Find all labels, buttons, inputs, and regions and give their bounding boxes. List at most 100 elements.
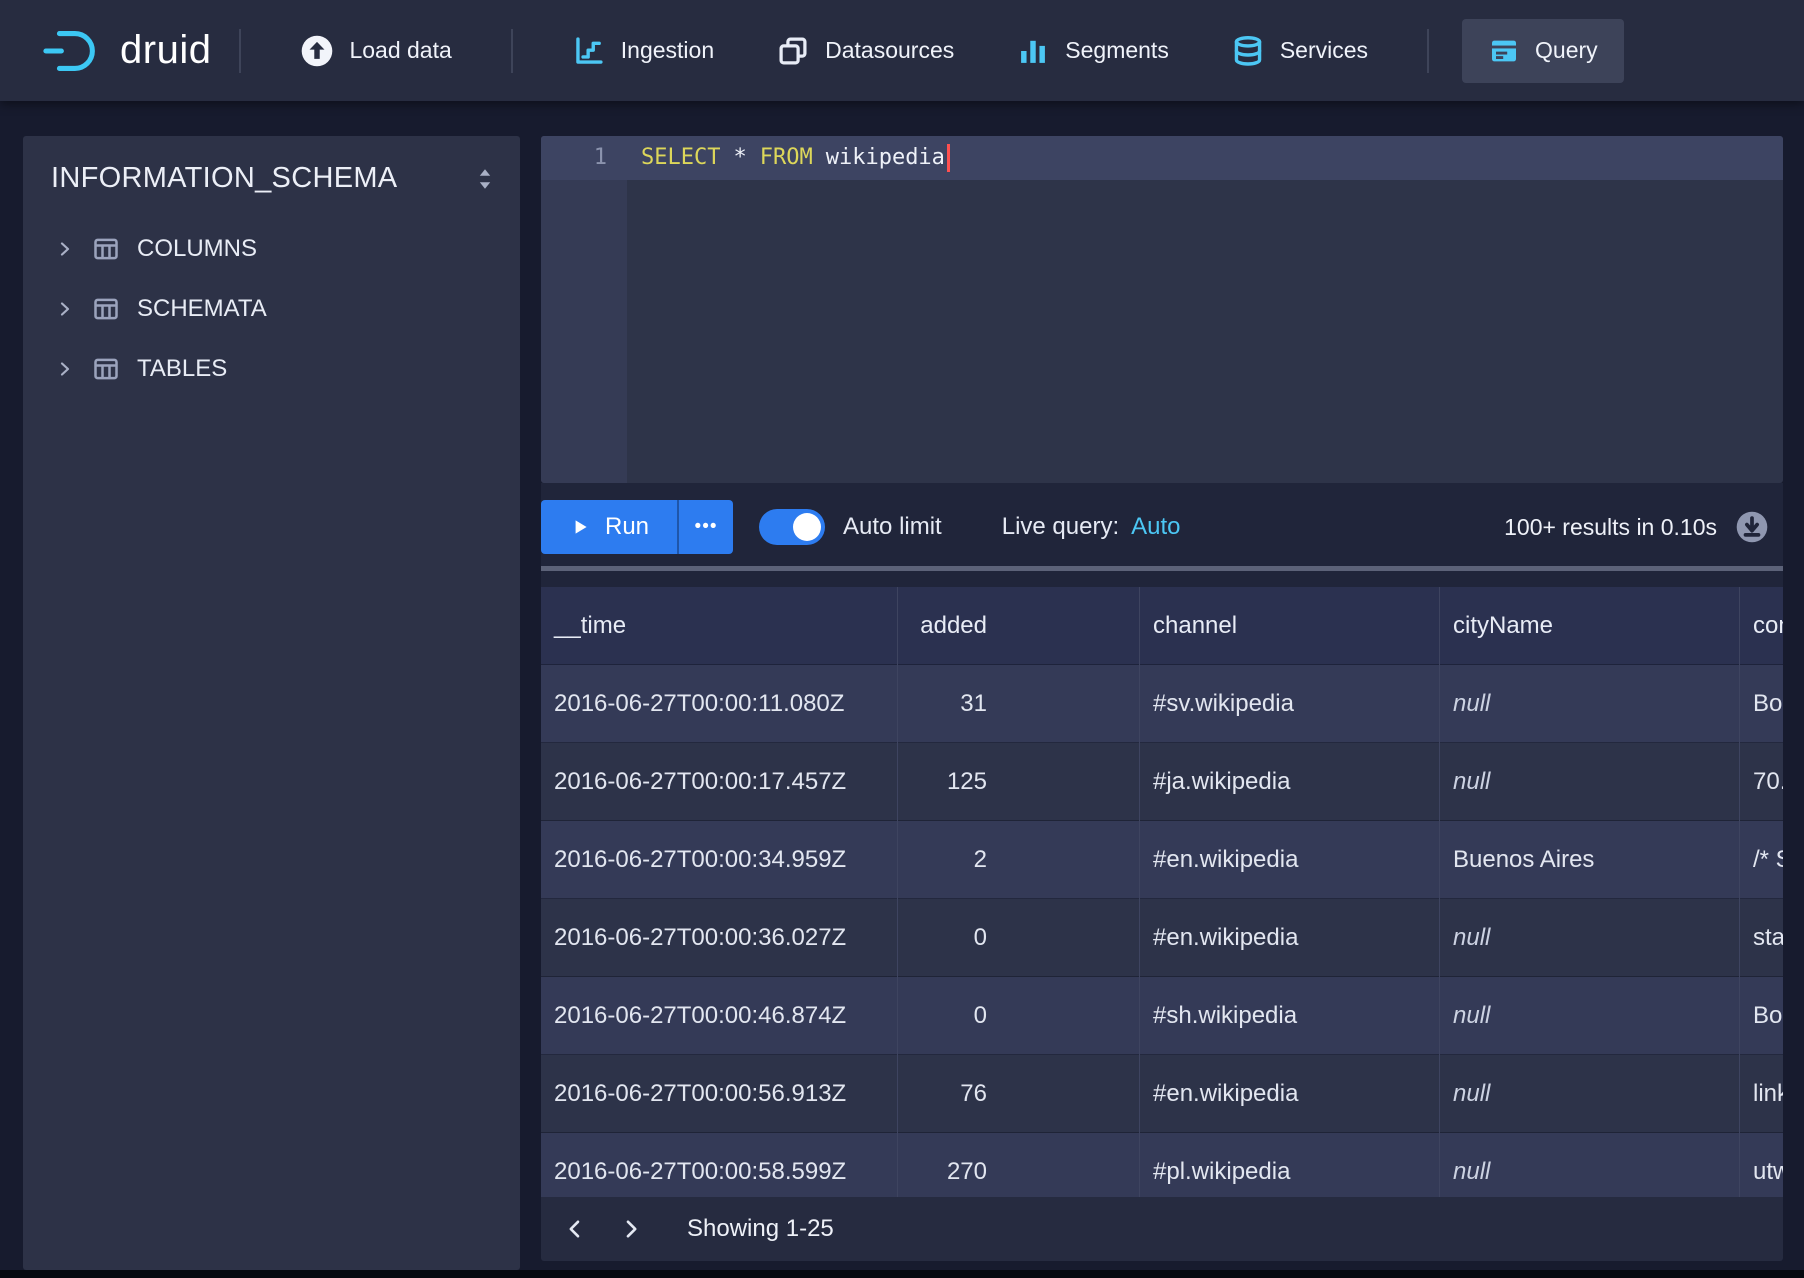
chevron-right-icon bbox=[619, 1217, 643, 1241]
cell-comment[interactable]: 70. bbox=[1740, 743, 1783, 821]
cell-channel[interactable]: #sv.wikipedia bbox=[1140, 665, 1440, 743]
run-bar: Run ••• Auto limit Live query: Auto 100+… bbox=[541, 483, 1783, 587]
play-icon bbox=[569, 516, 591, 538]
cell-added[interactable]: 2 bbox=[898, 821, 1140, 899]
cell-cityname[interactable]: null bbox=[1440, 899, 1740, 977]
nav-item-load-data[interactable]: Load data bbox=[274, 18, 477, 84]
column-header-added[interactable]: added bbox=[898, 587, 1140, 665]
nav-item-label: Load data bbox=[349, 37, 451, 64]
more-icon: ••• bbox=[695, 516, 718, 538]
table-row: 2016-06-27T00:00:17.457Z 125 #ja.wikiped… bbox=[541, 743, 1783, 821]
cell-cityname[interactable]: null bbox=[1440, 743, 1740, 821]
run-button[interactable]: Run bbox=[541, 500, 677, 554]
chevron-right-icon bbox=[55, 239, 75, 259]
topbar: druid Load data Ingestion bbox=[0, 0, 1804, 101]
cell-comment[interactable]: sta bbox=[1740, 899, 1783, 977]
schema-name: INFORMATION_SCHEMA bbox=[51, 162, 397, 195]
cell-comment[interactable]: Bo bbox=[1740, 665, 1783, 743]
table-row: 2016-06-27T00:00:34.959Z 2 #en.wikipedia… bbox=[541, 821, 1783, 899]
topbar-divider bbox=[511, 29, 513, 73]
next-page-button[interactable] bbox=[611, 1209, 651, 1249]
cell-added[interactable]: 0 bbox=[898, 899, 1140, 977]
cell-cityname[interactable]: null bbox=[1440, 977, 1740, 1055]
nav-item-query[interactable]: Query bbox=[1462, 19, 1624, 83]
cell-added[interactable]: 0 bbox=[898, 977, 1140, 1055]
nav-item-label: Ingestion bbox=[621, 37, 714, 64]
schema-item-label: COLUMNS bbox=[137, 235, 257, 263]
cell-time[interactable]: 2016-06-27T00:00:34.959Z bbox=[541, 821, 898, 899]
cell-cityname[interactable]: Buenos Aires bbox=[1440, 821, 1740, 899]
schema-item-label: TABLES bbox=[137, 355, 227, 383]
chevron-right-icon bbox=[55, 299, 75, 319]
topbar-divider bbox=[1427, 29, 1429, 73]
column-header-cityname[interactable]: cityName bbox=[1440, 587, 1740, 665]
schema-item-tables[interactable]: TABLES bbox=[23, 339, 520, 399]
cell-comment[interactable]: link bbox=[1740, 1055, 1783, 1133]
sql-star: * bbox=[733, 136, 746, 180]
ingestion-icon bbox=[572, 34, 606, 68]
cell-comment[interactable]: Bo bbox=[1740, 977, 1783, 1055]
cell-time[interactable]: 2016-06-27T00:00:58.599Z bbox=[541, 1133, 898, 1197]
schema-item-schemata[interactable]: SCHEMATA bbox=[23, 279, 520, 339]
cell-time[interactable]: 2016-06-27T00:00:46.874Z bbox=[541, 977, 898, 1055]
run-more-button[interactable]: ••• bbox=[677, 500, 733, 554]
cell-added[interactable]: 31 bbox=[898, 665, 1140, 743]
text-cursor bbox=[947, 144, 950, 172]
topbar-divider bbox=[239, 29, 241, 73]
schema-tree: COLUMNS SCHEMATA bbox=[23, 219, 520, 399]
sql-keyword: SELECT bbox=[641, 136, 720, 180]
cell-comment[interactable]: utw bbox=[1740, 1133, 1783, 1197]
query-view: 1 SELECT*FROMwikipedia Run ••• Auto limi… bbox=[541, 136, 1783, 1261]
datasources-icon bbox=[776, 34, 810, 68]
brand-text: druid bbox=[120, 28, 211, 73]
run-button-label: Run bbox=[605, 513, 649, 541]
nav-item-services[interactable]: Services bbox=[1205, 18, 1394, 84]
column-header-comment[interactable]: com bbox=[1740, 587, 1783, 665]
nav-item-label: Query bbox=[1535, 37, 1598, 64]
results-panel: __time added channel cityName com 2016-0… bbox=[541, 587, 1783, 1197]
schema-item-columns[interactable]: COLUMNS bbox=[23, 219, 520, 279]
line-number: 1 bbox=[541, 136, 627, 180]
druid-logo-icon bbox=[42, 27, 104, 75]
cell-time[interactable]: 2016-06-27T00:00:17.457Z bbox=[541, 743, 898, 821]
sql-table-name: wikipedia bbox=[826, 136, 945, 180]
auto-limit-label: Auto limit bbox=[843, 513, 942, 541]
cell-added[interactable]: 76 bbox=[898, 1055, 1140, 1133]
cell-channel[interactable]: #sh.wikipedia bbox=[1140, 977, 1440, 1055]
cell-channel[interactable]: #en.wikipedia bbox=[1140, 1055, 1440, 1133]
cell-added[interactable]: 125 bbox=[898, 743, 1140, 821]
column-header-channel[interactable]: channel bbox=[1140, 587, 1440, 665]
home-link[interactable]: druid bbox=[42, 27, 211, 75]
sql-editor[interactable]: 1 SELECT*FROMwikipedia bbox=[541, 136, 1783, 483]
schema-explorer-panel: INFORMATION_SCHEMA COLUMNS bbox=[23, 136, 520, 1270]
cell-cityname[interactable]: null bbox=[1440, 1133, 1740, 1197]
table-icon bbox=[92, 295, 120, 323]
cell-cityname[interactable]: null bbox=[1440, 1055, 1740, 1133]
cell-channel[interactable]: #en.wikipedia bbox=[1140, 899, 1440, 977]
nav-item-label: Services bbox=[1280, 37, 1368, 64]
table-row: 2016-06-27T00:00:58.599Z 270 #pl.wikiped… bbox=[541, 1133, 1783, 1197]
cell-time[interactable]: 2016-06-27T00:00:11.080Z bbox=[541, 665, 898, 743]
cell-time[interactable]: 2016-06-27T00:00:56.913Z bbox=[541, 1055, 898, 1133]
nav-item-ingestion[interactable]: Ingestion bbox=[546, 18, 740, 84]
schema-selector[interactable]: INFORMATION_SCHEMA bbox=[23, 136, 520, 203]
cell-channel[interactable]: #pl.wikipedia bbox=[1140, 1133, 1440, 1197]
nav-item-datasources[interactable]: Datasources bbox=[750, 18, 980, 84]
cell-channel[interactable]: #ja.wikipedia bbox=[1140, 743, 1440, 821]
live-query-label: Live query: bbox=[1002, 513, 1119, 541]
column-header-time[interactable]: __time bbox=[541, 587, 898, 665]
auto-limit-toggle[interactable] bbox=[759, 509, 825, 545]
prev-page-button[interactable] bbox=[555, 1209, 595, 1249]
upload-icon bbox=[300, 34, 334, 68]
nav-item-label: Segments bbox=[1065, 37, 1169, 64]
cell-cityname[interactable]: null bbox=[1440, 665, 1740, 743]
table-row: 2016-06-27T00:00:11.080Z 31 #sv.wikipedi… bbox=[541, 665, 1783, 743]
cell-added[interactable]: 270 bbox=[898, 1133, 1140, 1197]
cell-channel[interactable]: #en.wikipedia bbox=[1140, 821, 1440, 899]
horizontal-scrollbar[interactable] bbox=[541, 566, 1783, 571]
cell-comment[interactable]: /* S bbox=[1740, 821, 1783, 899]
nav-item-segments[interactable]: Segments bbox=[990, 18, 1195, 84]
download-button[interactable] bbox=[1735, 510, 1769, 544]
live-query-value[interactable]: Auto bbox=[1131, 513, 1180, 541]
cell-time[interactable]: 2016-06-27T00:00:36.027Z bbox=[541, 899, 898, 977]
